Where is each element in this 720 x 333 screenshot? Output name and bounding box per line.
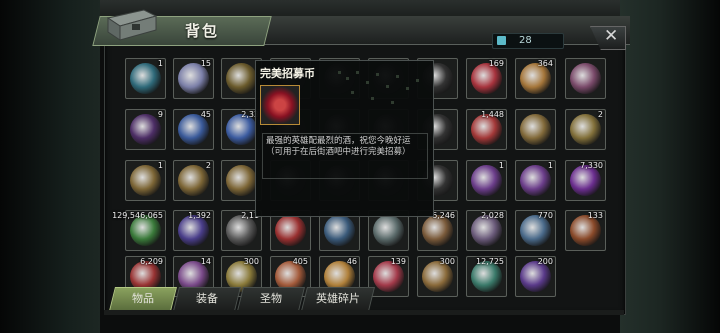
inventory-slot[interactable]: 1 — [125, 160, 166, 201]
treasure-chest-icon — [106, 9, 158, 41]
inventory-slot[interactable]: 2 — [565, 109, 606, 150]
tab-hero-fragments[interactable]: 英雄碎片 — [301, 287, 375, 311]
background-left — [0, 0, 100, 333]
inventory-slot[interactable] — [515, 109, 556, 150]
item-count: 770 — [537, 211, 553, 220]
inventory-slot[interactable]: 364 — [515, 58, 556, 99]
inventory-slot[interactable]: 169 — [466, 58, 507, 99]
inventory-slot[interactable]: 9 — [125, 109, 166, 150]
inventory-slot[interactable]: 2,028 — [466, 210, 507, 251]
tooltip-description: 最强的英雄配最烈的酒，祝您今晚好运（可用于在后街酒吧中进行完美招募） — [262, 133, 428, 179]
bag-capacity-icon — [497, 36, 506, 45]
item-count: 300 — [439, 257, 455, 266]
item-count: 200 — [537, 257, 553, 266]
item-count: 1,392 — [188, 211, 211, 220]
item-count: 9 — [157, 110, 163, 119]
item-count: 169 — [488, 59, 504, 68]
inventory-slot[interactable]: 770 — [515, 210, 556, 251]
tab-items[interactable]: 物品 — [109, 287, 177, 311]
item-icon — [178, 165, 209, 196]
item-count: 133 — [587, 211, 603, 220]
tab-relics[interactable]: 圣物 — [237, 287, 305, 311]
item-icon — [130, 165, 161, 196]
close-icon[interactable]: ✕ — [604, 26, 618, 46]
item-count: 6,246 — [432, 211, 455, 220]
item-count: 129,546,065 — [112, 211, 163, 220]
tab-relics-label: 圣物 — [260, 292, 282, 305]
inventory-slot[interactable]: 200 — [515, 256, 556, 297]
item-icon — [570, 63, 601, 94]
item-icon — [570, 114, 601, 145]
item-count: 1 — [157, 161, 163, 170]
item-count: 2,028 — [481, 211, 504, 220]
item-count: 7,330 — [580, 161, 603, 170]
item-icon — [130, 63, 161, 94]
item-count: 15 — [200, 59, 211, 68]
tooltip-title: 完美招募币 — [260, 67, 315, 80]
inventory-slot[interactable]: 1,392 — [173, 210, 214, 251]
inventory-slot[interactable]: 2 — [173, 160, 214, 201]
item-count: 1 — [157, 59, 163, 68]
inventory-slot[interactable]: 7,330 — [565, 160, 606, 201]
item-icon — [520, 165, 551, 196]
item-count: 405 — [292, 257, 308, 266]
item-count: 2 — [205, 161, 211, 170]
tab-hero-fragments-label: 英雄碎片 — [316, 292, 360, 305]
item-icon — [226, 165, 257, 196]
window-title: 背包 — [185, 22, 220, 40]
tab-items-label: 物品 — [132, 292, 154, 305]
pixel-effect — [338, 71, 419, 104]
item-count: 1,448 — [481, 110, 504, 119]
item-count: 1 — [498, 161, 504, 170]
item-count: 6,209 — [140, 257, 163, 266]
inventory-slot[interactable]: 1 — [125, 58, 166, 99]
item-count: 2 — [597, 110, 603, 119]
inventory-slot[interactable]: 139 — [368, 256, 409, 297]
item-count: 45 — [200, 110, 211, 119]
item-icon — [226, 63, 257, 94]
item-count: 14 — [200, 257, 211, 266]
capacity-value: 28 — [519, 35, 532, 46]
capacity-counter: 28 — [492, 33, 564, 49]
inventory-slot[interactable]: 12,725 — [466, 256, 507, 297]
item-icon — [130, 114, 161, 145]
item-count: 1 — [547, 161, 553, 170]
inventory-slot[interactable]: 1 — [466, 160, 507, 201]
item-count: 12,725 — [476, 257, 504, 266]
inventory-slot[interactable]: 133 — [565, 210, 606, 251]
tab-equipment[interactable]: 装备 — [173, 287, 241, 311]
inventory-slot[interactable] — [565, 58, 606, 99]
item-count: 364 — [537, 59, 553, 68]
item-count: 139 — [390, 257, 406, 266]
background-right — [620, 0, 720, 333]
item-count: 300 — [243, 257, 259, 266]
item-icon — [275, 215, 306, 246]
item-tooltip: 完美招募币 最强的英雄配最烈的酒，祝您今晚好运（可用于在后街酒吧中进行完美招募） — [255, 60, 434, 217]
item-icon — [373, 215, 404, 246]
inventory-slot[interactable]: 45 — [173, 109, 214, 150]
recruit-coin-icon — [260, 85, 300, 125]
tab-equipment-label: 装备 — [196, 292, 218, 305]
inventory-slot[interactable]: 129,546,065 — [112, 210, 166, 251]
item-icon — [471, 165, 502, 196]
inventory-slot[interactable]: 15 — [173, 58, 214, 99]
bottom-bar — [104, 310, 624, 315]
inventory-slot[interactable]: 1 — [515, 160, 556, 201]
item-icon — [324, 215, 355, 246]
item-icon — [520, 114, 551, 145]
inventory-slot[interactable]: 300 — [417, 256, 458, 297]
inventory-slot[interactable]: 1,448 — [466, 109, 507, 150]
item-count: 46 — [346, 257, 357, 266]
